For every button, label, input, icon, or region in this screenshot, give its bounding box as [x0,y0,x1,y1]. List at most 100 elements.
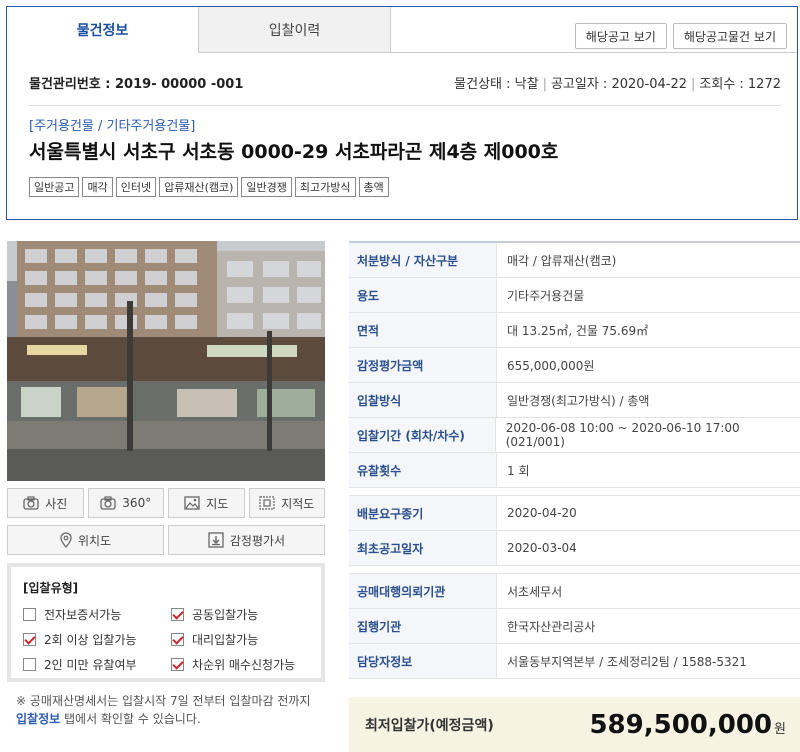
checkbox-multiple-bid: 2회 이상 입찰가능 [23,631,171,648]
tag: 인터넷 [115,177,157,197]
divider [29,105,781,106]
checkbox-label: 2인 미만 유찰여부 [44,658,137,672]
cadastral-map-button[interactable]: 지적도 [248,488,325,518]
detail-table: 처분방식 / 자산구분 매각 / 압류재산(캠코) 용도 기타주거용건물 면적 대 1… [349,241,800,679]
table-row: 집행기관 한국자산관리공사 [349,609,800,644]
row-value: 서울동부지역본부 / 조세정리2팀 / 1588-5321 [507,654,747,669]
checkbox-checked [171,633,184,646]
cadastral-map-icon [259,496,275,510]
checkbox-proxy-bid: 대리입찰가능 [171,631,309,648]
table-row: 입찰기간 (회차/차수) 2020-06-08 10:00 ~ 2020-06-1… [349,418,800,453]
image-map-icon [184,496,200,510]
tag: 총액 [358,177,389,197]
price-label: 최저입찰가(예정금액) [365,717,494,734]
row-label: 최초공고일자 [349,531,497,565]
view-notice-items-button[interactable]: 해당공고물건 보기 [672,23,787,49]
tag: 일반공고 [29,177,80,197]
row-value: 기타주거용건물 [507,288,585,303]
price-unit: 원 [774,721,786,737]
row-value: 2020-06-08 10:00 ~ 2020-06-10 17:00 (021… [505,421,740,449]
location-map-button[interactable]: 위치도 [7,525,164,555]
view-notice-button[interactable]: 해당공고 보기 [574,23,667,49]
media-button-group: 사진 360° 지도 지적도 [7,488,325,518]
item-info-panel: 물건정보 입찰이력 해당공고 보기 해당공고물건 보기 물건관리번호 : 201… [6,6,798,220]
appraisal-report-button-label: 감정평가서 [229,533,286,548]
row-label: 공매대행의뢰기관 [349,574,497,608]
table-row: 용도 기타주거용건물 [349,278,800,313]
tag: 최고가방식 [294,177,356,197]
photo-button[interactable]: 사진 [7,488,84,518]
checkbox-label: 공동입찰가능 [192,608,259,622]
row-label: 입찰기간 (회차/차수) [349,418,496,452]
view-360-button[interactable]: 360° [87,488,164,518]
row-label: 집행기관 [349,609,497,643]
checkbox-checked [23,633,36,646]
header-actions: 해당공고 보기 해당공고물건 보기 [574,23,787,49]
camera-icon [23,496,39,510]
table-row: 유찰횟수 1 회 [349,453,800,488]
location-pin-icon [60,532,72,548]
checkbox-checked [171,658,184,671]
table-row: 감정평가금액 655,000,000원 [349,348,800,383]
category-path: [주거용건물 / 기타주거용건물] [29,119,196,134]
row-value: 매각 / 압류재산(캠코) [507,253,617,268]
cadastral-map-button-label: 지적도 [281,496,315,511]
row-value: 2020-04-20 [507,506,577,520]
location-map-button-label: 위치도 [77,533,112,548]
tag: 압류재산(캠코) [159,177,239,197]
property-address: 서울특별시 서초구 서초동 0000-29 서초파라곤 제4층 제000호 [29,141,559,163]
item-status: 물건상태 : 낙찰 [454,77,539,92]
property-photo[interactable] [7,241,325,481]
table-row: 입찰방식 일반경쟁(최고가방식) / 총액 [349,383,800,418]
row-label: 감정평가금액 [349,348,497,382]
row-label: 배분요구종기 [349,496,497,530]
row-value: 서초세무서 [507,584,563,599]
table-row: 최초공고일자 2020-03-04 [349,531,800,566]
row-value: 한국자산관리공사 [507,619,596,634]
status-info: 물건상태 : 낙찰 | 공고일자 : 2020-04-22 | 조회수 : 1272 [454,77,781,92]
row-label: 유찰횟수 [349,453,497,487]
table-row: 담당자정보 서울동부지역본부 / 조세정리2팀 / 1588-5321 [349,644,800,679]
checkbox [23,658,36,671]
tab-divider [391,52,797,53]
checkbox-checked [171,608,184,621]
tag-list: 일반공고 매각 인터넷 압류재산(캠코) 일반경쟁 최고가방식 총액 [29,177,389,197]
checkbox [23,608,36,621]
management-number: 물건관리번호 : 2019- 00000 -001 [29,77,244,92]
notice-text: ※ 공매재산명세서는 입찰시작 7일 전부터 입찰마감 전까지 입찰정보 탭에서… [16,692,316,728]
table-row: 공매대행의뢰기관 서초세무서 [349,574,800,609]
row-gap [349,488,800,496]
tab-bar: 물건정보 입찰이력 [7,7,391,53]
map-button-label: 지도 [206,496,229,511]
bid-info-link[interactable]: 입찰정보 [16,712,60,726]
price-amount: 589,500,000 원 [589,710,786,740]
checkbox-second-bidder: 차순위 매수신청가능 [171,656,309,673]
minimum-bid-price: 최저입찰가(예정금액) 589,500,000 원 [349,697,800,752]
row-label: 처분방식 / 자산구분 [349,243,497,277]
row-value: 2020-03-04 [507,541,577,555]
view-count: 조회수 : 1272 [699,77,781,92]
row-label: 면적 [349,313,497,347]
map-button[interactable]: 지도 [168,488,245,518]
building-photo-image [7,241,325,481]
notice-part: ※ 공매재산명세서는 입찰시작 7일 전부터 입찰마감 전까지 [16,694,311,708]
camera-360-icon [100,496,116,510]
row-label: 담당자정보 [349,644,497,678]
view-360-button-label: 360° [122,496,152,510]
row-value: 대 13.25㎡, 건물 75.69㎡ [507,323,649,338]
price-value: 589,500,000 [589,709,773,740]
notice-part: 탭에서 확인할 수 있습니다. [60,712,201,726]
checkbox-label: 전자보증서가능 [44,608,122,622]
tag: 매각 [82,177,113,197]
checkbox-under-two-failure: 2인 미만 유찰여부 [23,656,171,673]
row-value: 1 회 [507,463,530,478]
table-row: 면적 대 13.25㎡, 건물 75.69㎡ [349,313,800,348]
appraisal-report-button[interactable]: 감정평가서 [168,525,325,555]
row-value: 655,000,000원 [507,358,595,373]
bid-type-checklist: 전자보증서가능 공동입찰가능 2회 이상 입찰가능 대리입찰가능 2인 미만 유… [23,606,309,673]
bid-type-panel: [입찰유형] 전자보증서가능 공동입찰가능 2회 이상 입찰가능 대리입찰가능 … [7,563,325,682]
photo-button-label: 사진 [45,496,68,511]
row-gap [349,566,800,574]
tab-bid-history[interactable]: 입찰이력 [199,7,391,53]
tab-item-info[interactable]: 물건정보 [7,7,199,53]
